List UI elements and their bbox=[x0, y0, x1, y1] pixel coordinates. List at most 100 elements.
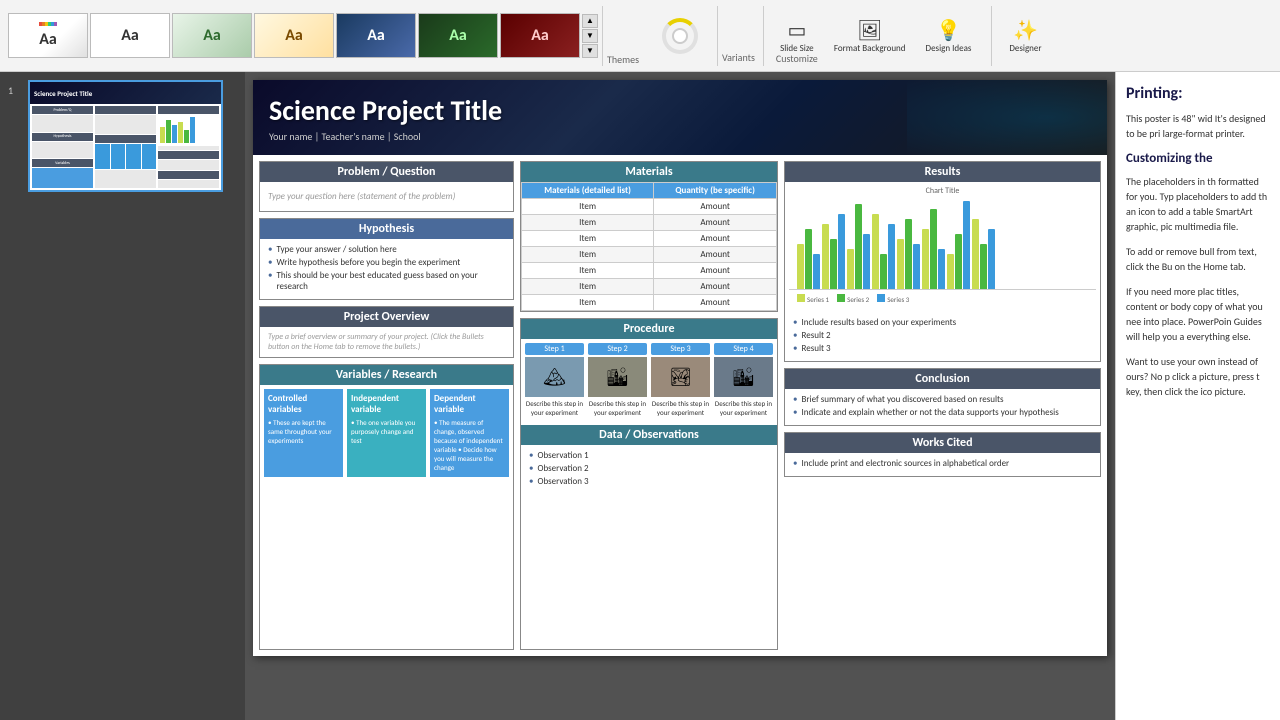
themes-label: Themes bbox=[607, 53, 639, 66]
controlled-var-box[interactable]: Controlled variables • These are kept th… bbox=[264, 389, 343, 477]
step-2: Step 2 🏙 Describe this step in your expe… bbox=[588, 343, 647, 417]
procedure-header: Procedure bbox=[521, 319, 777, 339]
chart-title: Chart Title bbox=[789, 186, 1096, 196]
independent-var-box[interactable]: Independent variable • The one variable … bbox=[347, 389, 426, 477]
slide-size-icon: ▭ bbox=[787, 18, 806, 43]
result-bullet-2[interactable]: Result 2 bbox=[793, 330, 1092, 341]
hypothesis-bullet-1[interactable]: Type your answer / solution here bbox=[268, 244, 505, 255]
slide-content: Problem / Question Type your question he… bbox=[253, 155, 1107, 656]
theme-7[interactable]: Aa bbox=[500, 13, 580, 58]
step-2-img: 🏙 bbox=[588, 357, 647, 397]
slide-header: Science Project Title Your name | Teache… bbox=[253, 80, 1107, 155]
theme-6[interactable]: Aa bbox=[418, 13, 498, 58]
conclusion-header: Conclusion bbox=[785, 369, 1100, 389]
problem-text[interactable]: Type your question here (statement of th… bbox=[268, 187, 505, 206]
spin-area bbox=[655, 11, 705, 61]
step-2-label: Step 2 bbox=[588, 343, 647, 355]
designer-button[interactable]: ✨ Designer bbox=[1000, 14, 1050, 58]
themes-scroll: Aa Aa Aa Aa Aa bbox=[8, 13, 580, 58]
result-bullet-3[interactable]: Result 3 bbox=[793, 343, 1092, 354]
obs-2[interactable]: Observation 2 bbox=[529, 463, 769, 474]
theme-5[interactable]: Aa bbox=[336, 13, 416, 58]
design-ideas-button[interactable]: 💡 Design Ideas bbox=[918, 14, 980, 58]
step-4-img: 🏙 bbox=[714, 357, 773, 397]
slide-number-1: 1 bbox=[8, 84, 22, 97]
variables-row: Controlled variables • These are kept th… bbox=[260, 385, 513, 481]
design-ideas-label: Design Ideas bbox=[926, 43, 972, 54]
procedure-section: Procedure Step 1 🏔 Describe this step in… bbox=[520, 318, 778, 650]
designer-icon: ✨ bbox=[1013, 18, 1038, 43]
theme-3[interactable]: Aa bbox=[172, 13, 252, 58]
scroll-up[interactable]: ▲ bbox=[582, 14, 598, 28]
chart-legend: Series 1 Series 2 Series 3 bbox=[789, 290, 1096, 308]
dependent-desc: • The measure of change, observed becaus… bbox=[434, 418, 505, 473]
step-1-desc[interactable]: Describe this step in your experiment bbox=[525, 399, 584, 417]
panel-printing-title: Printing: bbox=[1126, 84, 1270, 103]
works-cited-text[interactable]: Include print and electronic sources in … bbox=[793, 458, 1092, 469]
results-body: Include results based on your experiment… bbox=[785, 312, 1100, 361]
design-ideas-icon: 💡 bbox=[936, 18, 961, 43]
conclusion-bullet-1[interactable]: Brief summary of what you discovered bas… bbox=[793, 394, 1092, 405]
customize-section: ▭ Slide Size 🖼 Format Background 💡 Desig… bbox=[763, 6, 988, 66]
slide-canvas[interactable]: Science Project Title Your name | Teache… bbox=[253, 80, 1107, 656]
step-3: Step 3 🏞 Describe this step in your expe… bbox=[651, 343, 710, 417]
obs-3[interactable]: Observation 3 bbox=[529, 476, 769, 487]
materials-col2: Quantity (be specific) bbox=[654, 183, 777, 199]
theme-2[interactable]: Aa bbox=[90, 13, 170, 58]
step-3-img: 🏞 bbox=[651, 357, 710, 397]
steps-row: Step 1 🏔 Describe this step in your expe… bbox=[521, 339, 777, 421]
step-4: Step 4 🏙 Describe this step in your expe… bbox=[714, 343, 773, 417]
dependent-title: Dependent variable bbox=[434, 393, 505, 415]
panel-p5: Want to use your own instead of ours? No… bbox=[1126, 354, 1270, 399]
works-cited-body: Include print and electronic sources in … bbox=[785, 453, 1100, 476]
hypothesis-header: Hypothesis bbox=[260, 219, 513, 239]
slide-subtitle: Your name | Teacher's name | School bbox=[269, 130, 1091, 143]
overview-body: Type a brief overview or summary of your… bbox=[260, 327, 513, 357]
table-row: ItemAmount bbox=[522, 263, 777, 279]
overview-text[interactable]: Type a brief overview or summary of your… bbox=[268, 332, 505, 352]
dependent-var-box[interactable]: Dependent variable • The measure of chan… bbox=[430, 389, 509, 477]
table-row: ItemAmount bbox=[522, 231, 777, 247]
themes-group: Aa Aa Aa Aa Aa bbox=[8, 13, 598, 58]
slide-size-button[interactable]: ▭ Slide Size bbox=[772, 14, 822, 58]
result-bullet-1[interactable]: Include results based on your experiment… bbox=[793, 317, 1092, 328]
panel-customizing-title: Customizing the bbox=[1126, 151, 1270, 166]
table-row: ItemAmount bbox=[522, 295, 777, 311]
variables-header: Variables / Research bbox=[260, 365, 513, 385]
theme-4[interactable]: Aa bbox=[254, 13, 334, 58]
problem-body: Type your question here (statement of th… bbox=[260, 182, 513, 211]
scroll-down[interactable]: ▼ bbox=[582, 29, 598, 43]
overview-section: Project Overview Type a brief overview o… bbox=[259, 306, 514, 358]
hypothesis-body: Type your answer / solution here Write h… bbox=[260, 239, 513, 299]
table-row: ItemAmount bbox=[522, 247, 777, 263]
hypothesis-bullet-2[interactable]: Write hypothesis before you begin the ex… bbox=[268, 257, 505, 268]
customize-label: Customize bbox=[776, 52, 818, 67]
step-2-desc[interactable]: Describe this step in your experiment bbox=[588, 399, 647, 417]
conclusion-body: Brief summary of what you discovered bas… bbox=[785, 389, 1100, 425]
col-left: Problem / Question Type your question he… bbox=[259, 161, 514, 650]
format-background-button[interactable]: 🖼 Format Background bbox=[826, 14, 914, 58]
chart-area: Chart Title bbox=[785, 182, 1100, 312]
table-row: ItemAmount bbox=[522, 215, 777, 231]
panel-p2: The placeholders in th formatted for you… bbox=[1126, 174, 1270, 234]
data-header: Data / Observations bbox=[521, 425, 777, 445]
table-row: ItemAmount bbox=[522, 199, 777, 215]
theme-1[interactable]: Aa bbox=[8, 13, 88, 58]
conclusion-bullet-2[interactable]: Indicate and explain whether or not the … bbox=[793, 407, 1092, 418]
slide-thumbnail-1[interactable]: Science Project Title Problem/Q Hypothes… bbox=[28, 80, 223, 192]
scroll-expand[interactable]: ▼ bbox=[582, 44, 598, 58]
step-3-desc[interactable]: Describe this step in your experiment bbox=[651, 399, 710, 417]
step-4-desc[interactable]: Describe this step in your experiment bbox=[714, 399, 773, 417]
panel-p3: To add or remove bull from text, click t… bbox=[1126, 244, 1270, 274]
materials-section: Materials Materials (detailed list) Quan… bbox=[520, 161, 778, 312]
obs-1[interactable]: Observation 1 bbox=[529, 450, 769, 461]
hypothesis-bullet-3[interactable]: This should be your best educated guess … bbox=[268, 270, 505, 292]
materials-col1: Materials (detailed list) bbox=[522, 183, 654, 199]
designer-section: ✨ Designer bbox=[991, 6, 1058, 66]
materials-header: Materials bbox=[521, 162, 777, 182]
scroll-arrows: ▲ ▼ ▼ bbox=[582, 14, 598, 58]
step-1: Step 1 🏔 Describe this step in your expe… bbox=[525, 343, 584, 417]
slide-title[interactable]: Science Project Title bbox=[269, 93, 1091, 128]
variants-label: Variants bbox=[717, 6, 759, 66]
independent-desc: • The one variable you purposely change … bbox=[351, 418, 422, 445]
